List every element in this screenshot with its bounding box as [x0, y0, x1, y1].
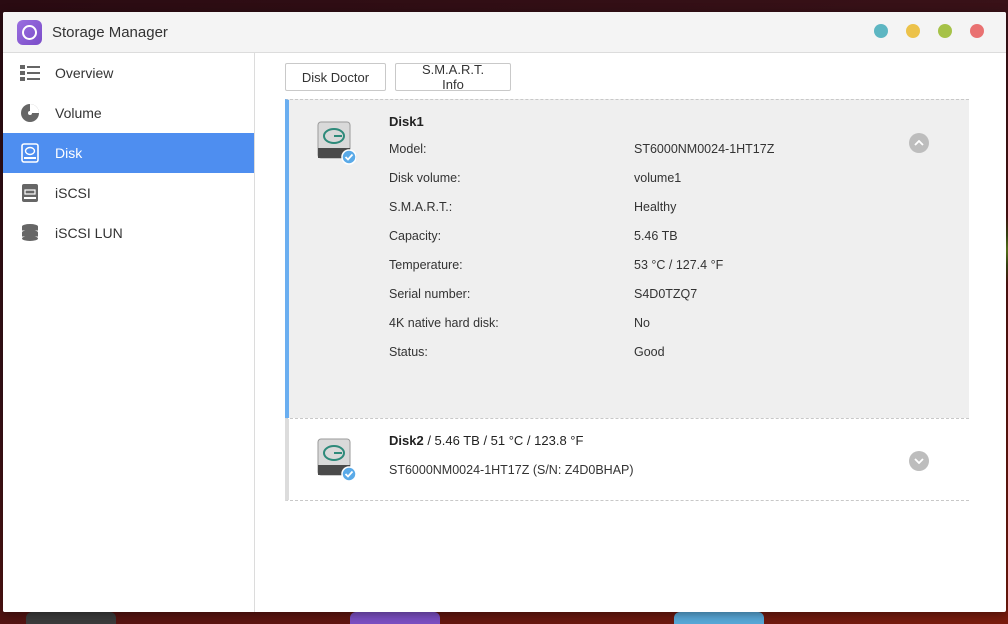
- title-bar[interactable]: Storage Manager: [3, 12, 1006, 53]
- window-title: Storage Manager: [52, 23, 168, 41]
- toolbar: Disk Doctor S.M.A.R.T. Info: [285, 62, 511, 92]
- property-row: Temperature: 53 °C / 127.4 °F: [389, 258, 834, 287]
- sidebar-item-overview[interactable]: Overview: [3, 53, 254, 93]
- disk-header-detail: / 5.46 TB / 51 °C / 123.8 °F: [423, 433, 584, 448]
- property-value: volume1: [634, 171, 682, 185]
- iscsi-lun-icon: [19, 223, 41, 243]
- property-row: Serial number: S4D0TZQ7: [389, 287, 834, 316]
- sidebar-item-label: Disk: [55, 145, 83, 161]
- hard-disk-icon: [316, 437, 357, 483]
- desktop-app-icon[interactable]: [26, 612, 116, 624]
- disk-properties: Model: ST6000NM0024-1HT17Z Disk volume: vo…: [389, 142, 834, 374]
- main-content: Disk Doctor S.M.A.R.T. Info Disk1 Model:…: [256, 53, 1006, 612]
- property-value: 53 °C / 127.4 °F: [634, 258, 724, 272]
- hard-disk-icon: [316, 120, 357, 166]
- disk-name-text: Disk1: [389, 114, 424, 129]
- expand-toggle-button[interactable]: [909, 451, 929, 471]
- iscsi-icon: [19, 183, 41, 203]
- sidebar-item-label: Volume: [55, 105, 102, 121]
- property-value: Healthy: [634, 200, 677, 214]
- sidebar: Overview Volume Disk iSCSI iSCSI LUN: [3, 53, 255, 612]
- storage-manager-app-icon: [17, 19, 42, 45]
- property-value: No: [634, 316, 650, 330]
- property-label: Serial number:: [389, 287, 471, 301]
- disk-card-disk1[interactable]: Disk1 Model: ST6000NM0024-1HT17Z Disk vol…: [285, 99, 969, 418]
- sidebar-item-iscsi-lun[interactable]: iSCSI LUN: [3, 213, 254, 253]
- window-control-close[interactable]: [970, 24, 984, 38]
- property-row: 4K native hard disk: No: [389, 316, 834, 345]
- sidebar-item-disk[interactable]: Disk: [3, 133, 254, 173]
- sidebar-item-iscsi[interactable]: iSCSI: [3, 173, 254, 213]
- property-label: Model:: [389, 142, 427, 156]
- disk-doctor-button[interactable]: Disk Doctor: [285, 63, 386, 91]
- disk-name-text: Disk2: [389, 433, 424, 448]
- storage-manager-window: Storage Manager Overview Volume Disk iSC…: [3, 12, 1006, 612]
- smart-info-button[interactable]: S.M.A.R.T. Info: [395, 62, 511, 92]
- property-row: Capacity: 5.46 TB: [389, 229, 834, 258]
- property-value: S4D0TZQ7: [634, 287, 698, 301]
- property-value: Good: [634, 345, 665, 359]
- property-value: 5.46 TB: [634, 229, 678, 243]
- disk-name: Disk1: [389, 114, 424, 129]
- disk-icon: [19, 143, 41, 163]
- sidebar-item-volume[interactable]: Volume: [3, 93, 254, 133]
- property-label: Capacity:: [389, 229, 442, 243]
- collapse-toggle-button[interactable]: [909, 133, 929, 153]
- chevron-down-icon: [914, 458, 924, 464]
- property-label: Disk volume:: [389, 171, 461, 185]
- sidebar-item-label: iSCSI: [55, 185, 91, 201]
- chevron-up-icon: [914, 140, 924, 146]
- disk-name: Disk2 / 5.46 TB / 51 °C / 123.8 °F: [389, 433, 583, 448]
- property-row: S.M.A.R.T.: Healthy: [389, 200, 834, 229]
- overview-icon: [19, 63, 41, 83]
- property-row: Disk volume: volume1: [389, 171, 834, 200]
- property-label: Temperature:: [389, 258, 463, 272]
- disk-summary: ST6000NM0024-1HT17Z (S/N: Z4D0BHAP): [389, 463, 634, 477]
- sidebar-item-label: Overview: [55, 65, 114, 81]
- property-row: Status: Good: [389, 345, 834, 374]
- volume-icon: [19, 103, 41, 123]
- sidebar-item-label: iSCSI LUN: [55, 225, 123, 241]
- disk-card-disk2[interactable]: Disk2 / 5.46 TB / 51 °C / 123.8 °F ST600…: [285, 418, 969, 501]
- window-controls: [874, 24, 984, 38]
- property-row: Model: ST6000NM0024-1HT17Z: [389, 142, 834, 171]
- window-control-teal[interactable]: [874, 24, 888, 38]
- property-label: 4K native hard disk:: [389, 316, 499, 330]
- window-control-yellow[interactable]: [906, 24, 920, 38]
- property-value: ST6000NM0024-1HT17Z: [634, 142, 775, 156]
- property-label: S.M.A.R.T.:: [389, 200, 453, 214]
- window-control-green[interactable]: [938, 24, 952, 38]
- property-label: Status:: [389, 345, 428, 359]
- desktop-app-icon[interactable]: [350, 612, 440, 624]
- desktop-app-icon[interactable]: [674, 612, 764, 624]
